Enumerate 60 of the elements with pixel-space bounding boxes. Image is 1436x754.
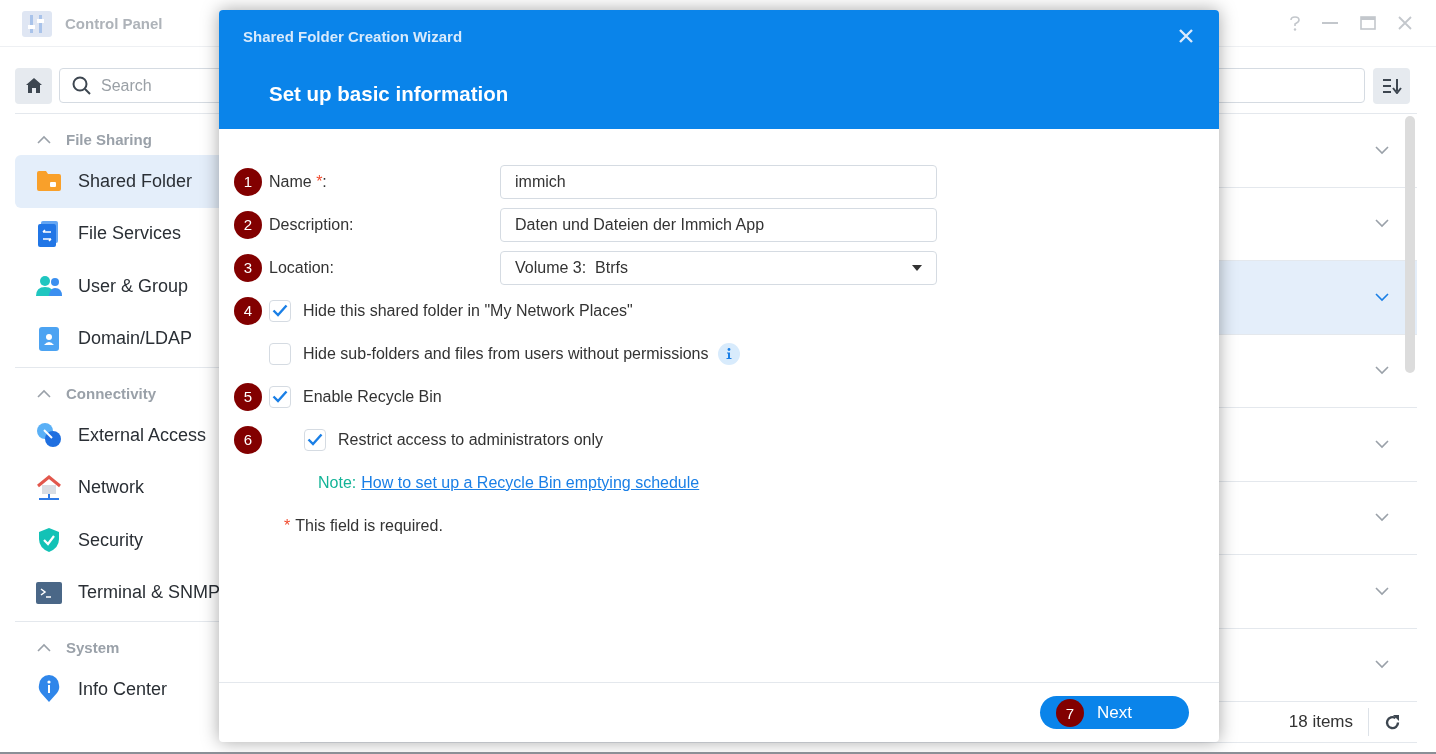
checkbox-label: Enable Recycle Bin (303, 387, 442, 406)
dropdown-field[interactable]: Volume 3: Btrfs (500, 250, 937, 285)
users-icon (36, 275, 62, 298)
app-logo-icon (22, 9, 52, 37)
step-marker: 6 (234, 425, 262, 454)
home-icon (24, 77, 43, 94)
search-icon (72, 76, 91, 95)
required-note: This field is required. (295, 516, 443, 535)
house-network-icon (36, 474, 62, 501)
text-field[interactable]: Daten und Dateien der Immich App (500, 207, 937, 242)
checkbox-label: Hide sub-folders and files from users without permissions (303, 344, 709, 363)
sidebar-item[interactable]: Info Center (15, 663, 300, 716)
item-count: 18 items (1288, 708, 1369, 736)
sort-icon (1381, 77, 1402, 94)
folder-icon (36, 170, 62, 193)
step-marker: 1 (234, 167, 262, 196)
sidebar-item[interactable]: Terminal & SNMP (15, 566, 300, 619)
info-icon[interactable] (717, 342, 740, 365)
section-header: Connectivity (66, 384, 156, 402)
link-globe-icon (36, 422, 62, 449)
section-header: System (66, 638, 120, 656)
help-link[interactable]: How to set up a Recycle Bin emptying schedule (361, 473, 700, 492)
section-header: File Sharing (66, 130, 152, 148)
checkbox-label: Hide this shared folder in "My Network Places" (303, 301, 633, 320)
text-field[interactable]: immich (500, 164, 937, 199)
window-title: Control Panel (65, 14, 164, 32)
sidebar-item[interactable]: Network (15, 461, 300, 514)
home-button[interactable] (15, 67, 52, 104)
dialog-title: Shared Folder Creation Wizard (243, 27, 463, 45)
step-marker: 2 (234, 210, 262, 239)
field-label: Description: (269, 215, 355, 234)
checkbox[interactable] (269, 385, 291, 408)
refresh-icon[interactable] (1384, 713, 1401, 731)
step-heading: Set up basic information (269, 82, 510, 106)
caret-icon (912, 264, 922, 271)
note-label: Note: (318, 473, 357, 492)
chevron-down-icon (1375, 366, 1389, 376)
checkbox[interactable] (269, 342, 291, 365)
checkbox-label: Restrict access to administrators only (338, 430, 603, 449)
chevron-down-icon (1375, 586, 1389, 596)
step-marker: 5 (234, 382, 262, 411)
contact-card-icon (39, 326, 59, 351)
terminal-icon (36, 581, 62, 604)
field-label: Location: (269, 258, 335, 277)
checkbox[interactable] (304, 428, 326, 451)
required-asterisk: * (284, 516, 291, 535)
chevron-down-icon (1375, 145, 1389, 155)
chevron-down-icon (1375, 292, 1389, 302)
shield-check-icon (38, 527, 60, 554)
step-marker: 4 (234, 296, 262, 325)
file-exchange-icon (38, 220, 60, 247)
sort-button[interactable] (1373, 67, 1410, 104)
chevron-down-icon (1375, 660, 1389, 670)
scrollbar[interactable] (1405, 116, 1415, 373)
info-pin-icon (38, 675, 60, 704)
step-marker: 3 (234, 253, 262, 282)
checkbox[interactable] (269, 299, 291, 322)
chevron-down-icon (1375, 219, 1389, 229)
chevron-down-icon (1375, 513, 1389, 523)
chevron-down-icon (1375, 439, 1389, 449)
